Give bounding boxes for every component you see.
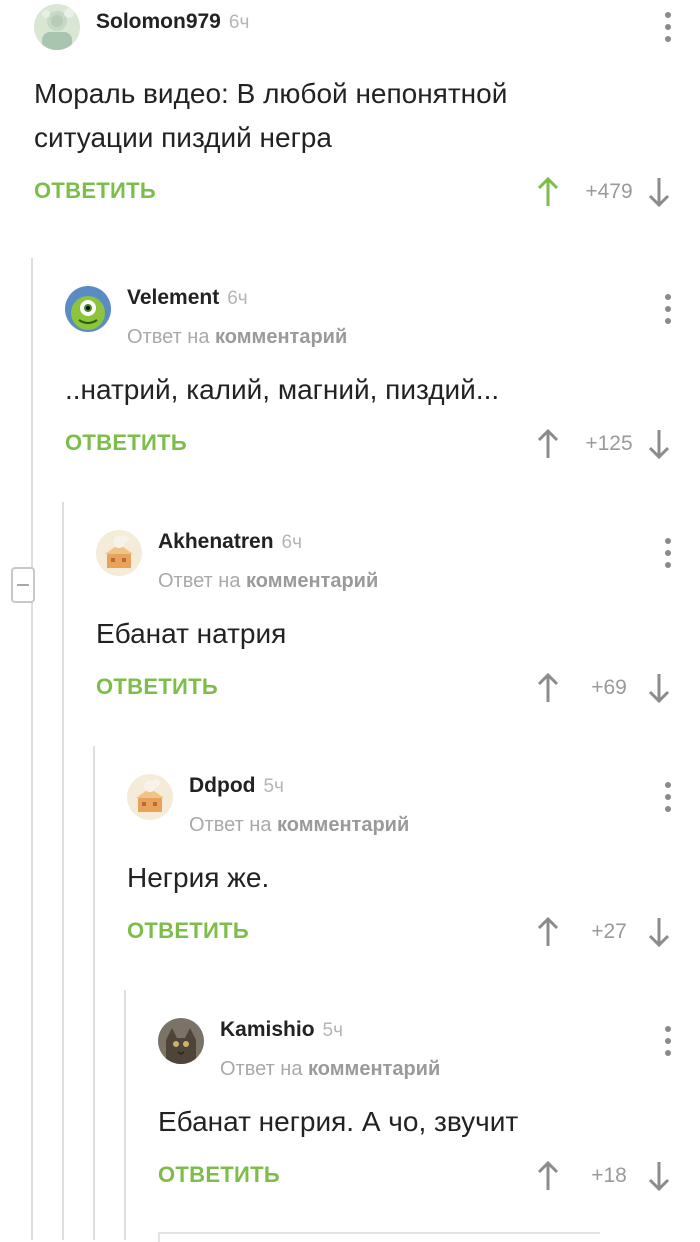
comment-author[interactable]: Akhenatren 6ч <box>158 530 302 554</box>
comment-footer: ОТВЕТИТЬ +125 <box>65 426 700 466</box>
arrow-down-icon[interactable] <box>648 1160 670 1192</box>
reply-target-link[interactable]: комментарий <box>308 1058 440 1080</box>
reply-to: Ответ на комментарий <box>127 326 348 348</box>
reply-button[interactable]: ОТВЕТИТЬ <box>158 1162 280 1188</box>
comment: Akhenatren 6ч Ответ на комментарий Ебанат… <box>96 522 700 710</box>
avatar[interactable] <box>96 530 142 576</box>
reply-to: Ответ на комментарий <box>158 570 379 592</box>
reply-button[interactable]: ОТВЕТИТЬ <box>34 178 156 204</box>
arrow-up-icon[interactable] <box>537 916 559 948</box>
rating: +125 <box>585 432 633 455</box>
comment-footer: ОТВЕТИТЬ +69 <box>96 670 700 710</box>
comment: Solomon979 6ч Мораль видео: В любой непон… <box>34 2 700 214</box>
comment-header: Akhenatren 6ч Ответ на комментарий <box>96 522 700 612</box>
avatar[interactable] <box>65 286 111 332</box>
arrow-up-icon[interactable] <box>537 672 559 704</box>
reply-button[interactable]: ОТВЕТИТЬ <box>65 430 187 456</box>
thread-line <box>31 258 33 1240</box>
comment-text: Негрия же. <box>127 862 270 893</box>
reply-target-link[interactable]: комментарий <box>246 570 378 592</box>
rating: +69 <box>591 676 627 699</box>
comment-text: Ебанат натрия <box>96 618 287 649</box>
arrow-down-icon[interactable] <box>648 916 670 948</box>
arrow-up-icon[interactable] <box>537 428 559 460</box>
comment-time: 6ч <box>228 12 250 33</box>
more-vertical-icon[interactable] <box>662 1026 674 1056</box>
collapse-thread-button[interactable] <box>11 567 35 603</box>
comment-author[interactable]: Ddpod 5ч <box>189 774 284 798</box>
comment: Ddpod 5ч Ответ на комментарий Негрия же. … <box>127 766 700 954</box>
arrow-down-icon[interactable] <box>648 176 670 208</box>
thread-line <box>93 746 95 1240</box>
minus-icon <box>17 584 29 586</box>
comment-text: ..натрий, калий, магний, пиздий... <box>65 374 500 405</box>
arrow-up-icon[interactable] <box>537 176 559 208</box>
comment-time: 6ч <box>227 288 248 309</box>
thread-line <box>62 502 64 1240</box>
comment-footer: ОТВЕТИТЬ +479 <box>34 174 700 214</box>
more-vertical-icon[interactable] <box>662 782 674 812</box>
next-comment-stub <box>158 1232 600 1242</box>
comment-text: Мораль видео: В любой непонятной ситуаци… <box>34 78 508 153</box>
comment-author[interactable]: Kamishio 5ч <box>220 1018 343 1042</box>
more-vertical-icon[interactable] <box>662 538 674 568</box>
comment-text: Ебанат негрия. А чо, звучит <box>158 1106 519 1137</box>
thread-line <box>124 990 126 1240</box>
reply-target-link[interactable]: комментарий <box>215 326 347 348</box>
comment-author[interactable]: Velement 6ч <box>127 286 248 310</box>
more-vertical-icon[interactable] <box>662 294 674 324</box>
reply-target-link[interactable]: комментарий <box>277 814 409 836</box>
reply-button[interactable]: ОТВЕТИТЬ <box>96 674 218 700</box>
rating: +18 <box>591 1164 627 1187</box>
reply-to: Ответ на комментарий <box>220 1058 441 1080</box>
arrow-down-icon[interactable] <box>648 428 670 460</box>
arrow-down-icon[interactable] <box>648 672 670 704</box>
comment-author[interactable]: Solomon979 6ч <box>96 10 249 34</box>
comment-footer: ОТВЕТИТЬ +27 <box>127 914 700 954</box>
more-vertical-icon[interactable] <box>662 12 674 42</box>
comment: Velement 6ч Ответ на комментарий ..натрий… <box>65 278 700 466</box>
comment-header: Kamishio 5ч Ответ на комментарий <box>158 1010 700 1100</box>
avatar[interactable] <box>158 1018 204 1064</box>
avatar[interactable] <box>34 4 80 50</box>
comment-footer: ОТВЕТИТЬ +18 <box>158 1158 700 1198</box>
reply-to: Ответ на комментарий <box>189 814 410 836</box>
avatar[interactable] <box>127 774 173 820</box>
rating: +479 <box>585 180 633 203</box>
comment-time: 5ч <box>322 1020 343 1041</box>
arrow-up-icon[interactable] <box>537 1160 559 1192</box>
comment-time: 5ч <box>263 776 284 797</box>
comment-header: Solomon979 6ч <box>34 2 700 72</box>
comment-header: Ddpod 5ч Ответ на комментарий <box>127 766 700 856</box>
comment-time: 6ч <box>281 532 302 553</box>
reply-button[interactable]: ОТВЕТИТЬ <box>127 918 249 944</box>
comment-header: Velement 6ч Ответ на комментарий <box>65 278 700 368</box>
rating: +27 <box>591 920 627 943</box>
comment: Kamishio 5ч Ответ на комментарий Ебанат н… <box>158 1010 700 1198</box>
